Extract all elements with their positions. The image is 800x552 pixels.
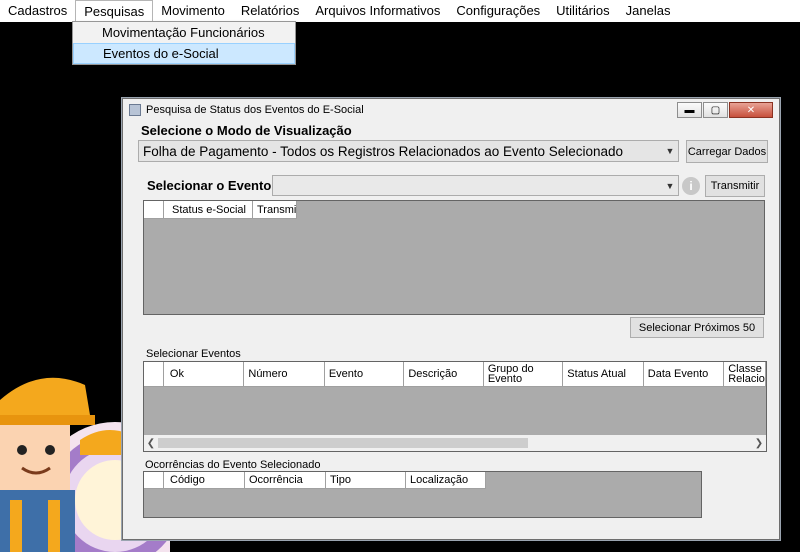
col-ok[interactable]: Ok xyxy=(163,362,245,387)
col-codigo[interactable]: Código xyxy=(164,472,245,489)
col-status-esocial[interactable]: Status e-Social xyxy=(164,201,253,219)
col-data-evento[interactable]: Data Evento xyxy=(643,362,725,387)
event-label: Selecionar o Evento: xyxy=(147,178,276,193)
close-icon: ✕ xyxy=(746,104,756,116)
menu-movimento[interactable]: Movimento xyxy=(153,0,233,22)
events-grid[interactable]: Ok Número Evento Descrição Grupo do Even… xyxy=(143,361,767,452)
chevron-down-icon: ▼ xyxy=(665,180,675,191)
close-button[interactable]: ✕ xyxy=(729,102,773,118)
row-header-cell xyxy=(144,201,164,219)
info-icon[interactable]: i xyxy=(682,177,700,195)
transmit-button[interactable]: Transmitir xyxy=(705,175,765,197)
col-grupo-evento[interactable]: Grupo do Evento xyxy=(483,362,564,387)
menu-bar: Cadastros Pesquisas Movimento Relatórios… xyxy=(0,0,800,22)
menu-item-eventos-esocial[interactable]: Eventos do e-Social xyxy=(73,43,295,64)
row-header-cell xyxy=(144,472,164,489)
col-transmitir[interactable]: Transmitir xyxy=(253,201,297,219)
select-next-50-button[interactable]: Selecionar Próximos 50 xyxy=(630,317,764,338)
col-ocorrencia[interactable]: Ocorrência xyxy=(245,472,326,489)
col-numero[interactable]: Número xyxy=(244,362,325,387)
esocial-status-window: Pesquisa de Status dos Eventos do E-Soci… xyxy=(122,98,780,540)
minimize-button[interactable]: ▬ xyxy=(677,102,702,118)
scroll-right-icon[interactable]: ❯ xyxy=(752,438,766,449)
window-titlebar: Pesquisa de Status dos Eventos do E-Soci… xyxy=(123,99,779,121)
menu-utilitarios[interactable]: Utilitários xyxy=(548,0,617,22)
occurrences-grid[interactable]: Código Ocorrência Tipo Localização xyxy=(143,471,702,518)
select-events-label: Selecionar Eventos xyxy=(146,348,241,360)
maximize-icon: ▢ xyxy=(710,104,721,116)
window-app-icon xyxy=(129,104,141,116)
col-localizacao[interactable]: Localização xyxy=(406,472,486,489)
load-data-button[interactable]: Carregar Dados xyxy=(686,140,768,163)
menu-arquivos-informativos[interactable]: Arquivos Informativos xyxy=(307,0,448,22)
scroll-left-icon[interactable]: ❮ xyxy=(144,438,158,449)
col-status-atual[interactable]: Status Atual xyxy=(563,362,644,387)
window-title: Pesquisa de Status dos Eventos do E-Soci… xyxy=(146,104,364,116)
scroll-thumb[interactable] xyxy=(158,438,528,448)
row-header-cell xyxy=(144,362,164,387)
mode-select-value: Folha de Pagamento - Todos os Registros … xyxy=(143,143,624,159)
events-grid-hscroll[interactable]: ❮ ❯ xyxy=(144,435,766,451)
minimize-icon: ▬ xyxy=(684,104,695,116)
col-evento[interactable]: Evento xyxy=(324,362,405,387)
col-classe-relacionada[interactable]: Classe Relaciona xyxy=(724,362,766,387)
mode-select[interactable]: Folha de Pagamento - Todos os Registros … xyxy=(138,140,679,162)
menu-item-movimentacao-funcionarios[interactable]: Movimentação Funcionários xyxy=(73,22,295,43)
col-descricao[interactable]: Descrição xyxy=(404,362,484,387)
occurrences-label: Ocorrências do Evento Selecionado xyxy=(145,459,321,471)
col-tipo[interactable]: Tipo xyxy=(326,472,406,489)
mode-label: Selecione o Modo de Visualização xyxy=(141,123,352,138)
status-grid[interactable]: Status e-Social Transmitir xyxy=(143,200,765,315)
menu-cadastros[interactable]: Cadastros xyxy=(0,0,75,22)
event-select[interactable]: ▼ xyxy=(272,175,679,196)
menu-relatorios[interactable]: Relatórios xyxy=(233,0,308,22)
chevron-down-icon: ▼ xyxy=(665,146,675,156)
menu-pesquisas[interactable]: Pesquisas xyxy=(75,0,154,22)
menu-janelas[interactable]: Janelas xyxy=(618,0,679,22)
pesquisas-dropdown: Movimentação Funcionários Eventos do e-S… xyxy=(72,21,296,65)
menu-configuracoes[interactable]: Configurações xyxy=(448,0,548,22)
maximize-button[interactable]: ▢ xyxy=(703,102,728,118)
